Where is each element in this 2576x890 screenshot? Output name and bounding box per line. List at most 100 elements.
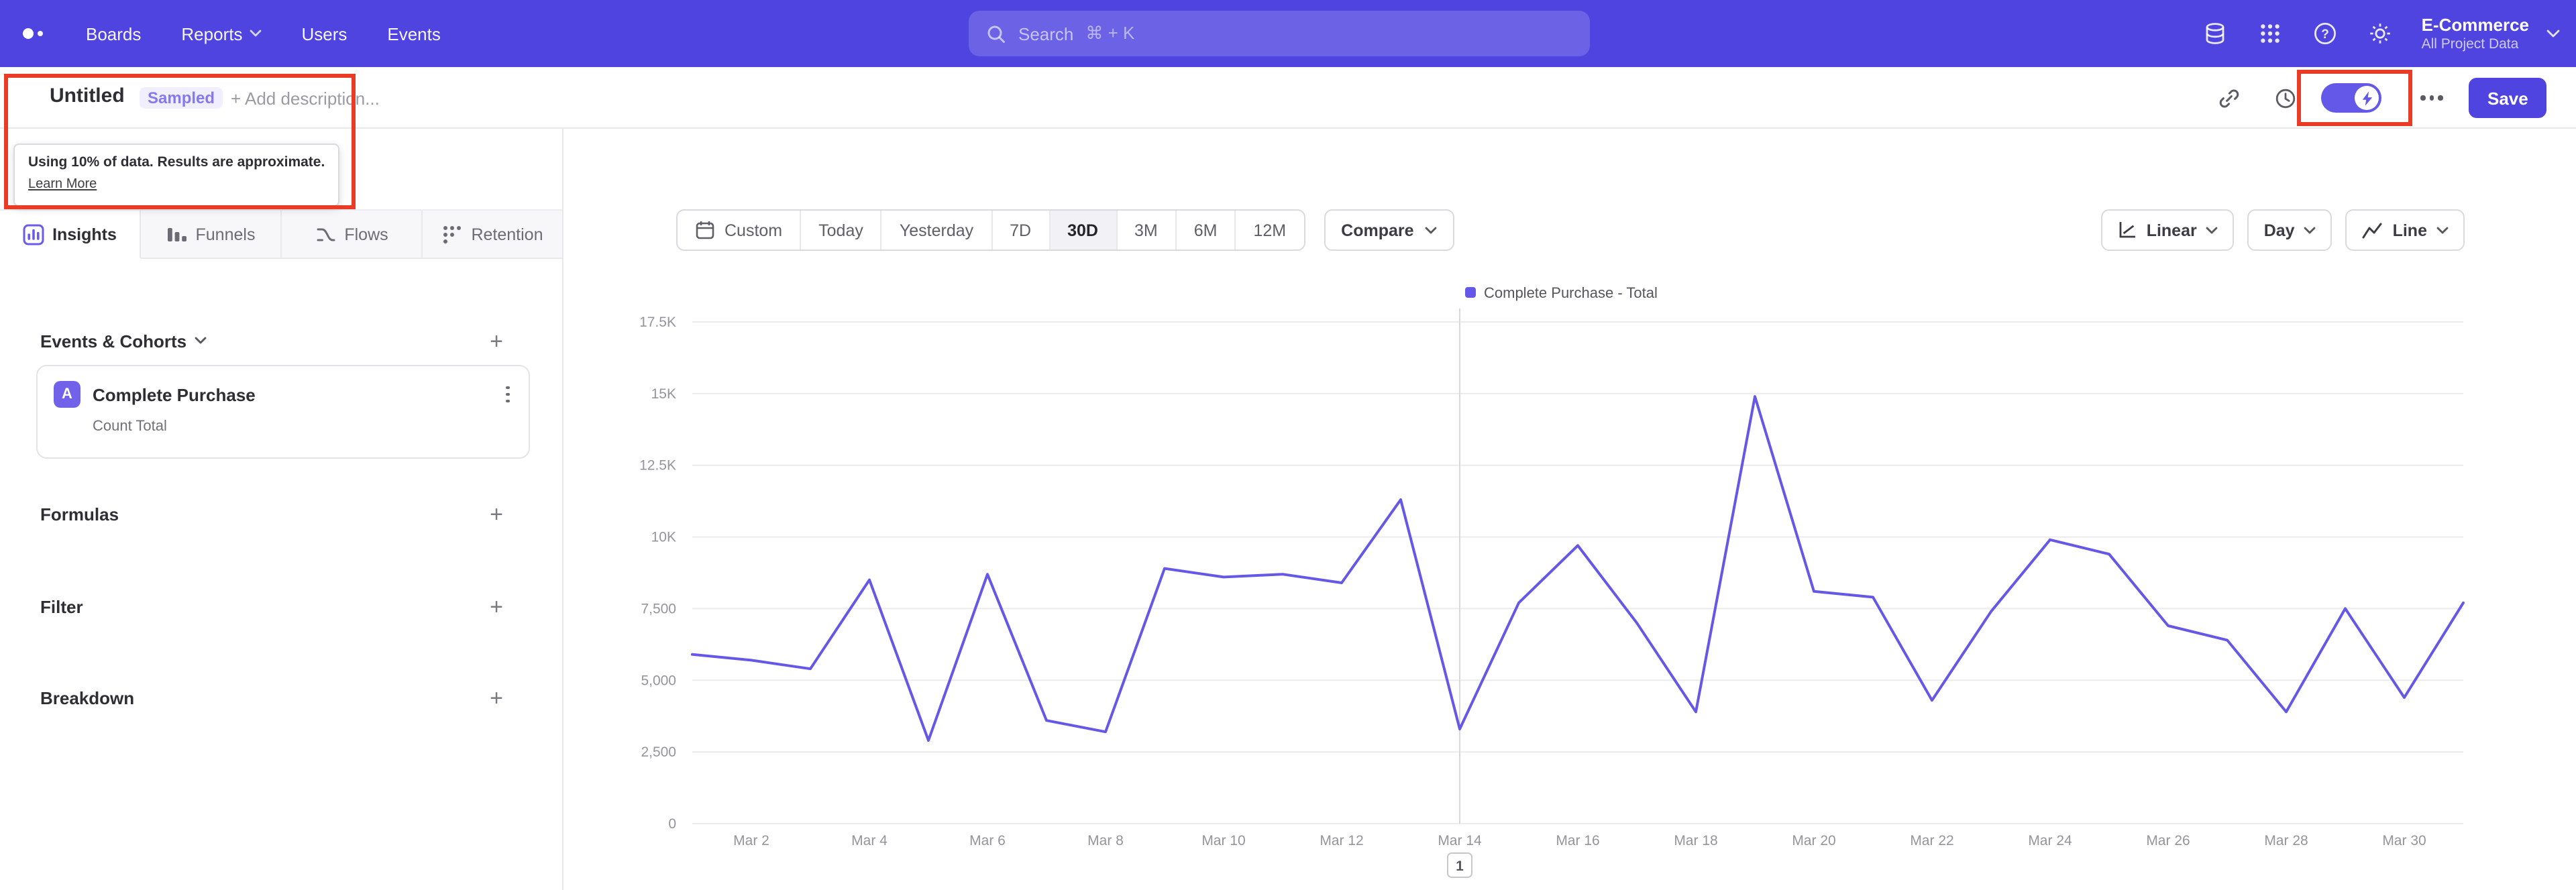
tab-label: Insights bbox=[52, 225, 117, 243]
learn-more-link[interactable]: Learn More bbox=[28, 177, 97, 192]
y-axis-label: 5,000 bbox=[641, 673, 676, 688]
range-7d[interactable]: 7D bbox=[992, 211, 1051, 249]
tab-label: Funnels bbox=[195, 225, 256, 243]
scale-selector[interactable]: Linear bbox=[2100, 209, 2235, 251]
add-formula-button[interactable]: + bbox=[490, 502, 503, 525]
search-shortcut: ⌘ + K bbox=[1085, 23, 1135, 43]
range-custom[interactable]: Custom bbox=[678, 211, 802, 249]
y-axis-label: 2,500 bbox=[641, 744, 676, 760]
tab-insights[interactable]: Insights bbox=[0, 211, 141, 259]
project-switcher[interactable]: E-Commerce All Project Data bbox=[2422, 15, 2529, 52]
x-axis-label: Mar 24 bbox=[2028, 833, 2072, 848]
range-label: Today bbox=[818, 221, 863, 239]
sampling-toggle[interactable] bbox=[2321, 83, 2381, 113]
tab-label: Flows bbox=[344, 225, 388, 243]
x-axis-label: Mar 12 bbox=[1320, 833, 1363, 848]
line-chart-icon bbox=[2363, 222, 2383, 238]
x-axis-label: Mar 18 bbox=[1674, 833, 1717, 848]
history-icon[interactable] bbox=[2273, 86, 2297, 110]
event-options-kebab[interactable] bbox=[504, 383, 513, 406]
chart-panel: Custom Today Yesterday 7D 30D 3M 6M 12M … bbox=[564, 129, 2576, 890]
tab-flows[interactable]: Flows bbox=[282, 211, 423, 259]
interval-selector[interactable]: Day bbox=[2247, 209, 2332, 251]
range-today[interactable]: Today bbox=[801, 211, 882, 249]
sampling-tooltip: Using 10% of data. Results are approxima… bbox=[13, 144, 340, 207]
copy-link-icon[interactable] bbox=[2216, 86, 2241, 110]
range-label: Yesterday bbox=[899, 221, 974, 239]
range-3m[interactable]: 3M bbox=[1117, 211, 1177, 249]
range-label: 12M bbox=[1253, 221, 1287, 239]
x-axis-label: Mar 2 bbox=[733, 833, 769, 848]
chevron-down-icon bbox=[250, 30, 261, 37]
report-type-tabs: Insights Funnels Flows Retention bbox=[0, 209, 562, 259]
event-name: Complete Purchase bbox=[93, 384, 256, 404]
add-filter-button[interactable]: + bbox=[490, 595, 503, 618]
range-6m[interactable]: 6M bbox=[1177, 211, 1236, 249]
x-axis-label: Mar 16 bbox=[1556, 833, 1599, 848]
chart-type-selector[interactable]: Line bbox=[2345, 209, 2465, 251]
data-sources-icon[interactable] bbox=[2202, 20, 2229, 47]
event-metric[interactable]: Count Total bbox=[93, 419, 513, 435]
range-12m[interactable]: 12M bbox=[1236, 211, 1304, 249]
scale-label: Linear bbox=[2146, 221, 2197, 239]
tab-retention[interactable]: Retention bbox=[423, 211, 562, 259]
report-sidebar: Insights Funnels Flows Retention Events … bbox=[0, 129, 564, 890]
mixpanel-logo[interactable] bbox=[23, 28, 43, 39]
range-30d[interactable]: 30D bbox=[1050, 211, 1117, 249]
nav-item-events[interactable]: Events bbox=[387, 23, 441, 44]
events-cohorts-title[interactable]: Events & Cohorts bbox=[40, 331, 207, 351]
nav-item-users[interactable]: Users bbox=[301, 23, 347, 44]
section-label: Events & Cohorts bbox=[40, 331, 187, 351]
add-breakdown-button[interactable]: + bbox=[490, 686, 503, 709]
add-description[interactable]: + Add description... bbox=[231, 89, 380, 109]
calendar-icon bbox=[696, 221, 714, 239]
compare-label: Compare bbox=[1341, 221, 1414, 239]
events-cohorts-header: Events & Cohorts + bbox=[40, 327, 503, 354]
chevron-down-icon bbox=[1425, 226, 1436, 233]
nav-item-label: Boards bbox=[86, 23, 142, 44]
funnels-icon bbox=[167, 227, 186, 241]
event-letter-badge: A bbox=[54, 381, 80, 408]
legend-swatch bbox=[1465, 287, 1476, 298]
chart-controls: Custom Today Yesterday 7D 30D 3M 6M 12M … bbox=[676, 209, 2465, 251]
insights-icon bbox=[23, 223, 44, 245]
y-axis-label: 17.5K bbox=[639, 315, 676, 330]
tab-funnels[interactable]: Funnels bbox=[141, 211, 282, 259]
x-axis-label: Mar 6 bbox=[969, 833, 1006, 848]
search-icon bbox=[987, 25, 1005, 42]
event-card-row: A Complete Purchase bbox=[54, 381, 513, 408]
nav-item-reports[interactable]: Reports bbox=[181, 23, 261, 44]
range-label: 7D bbox=[1010, 221, 1032, 239]
chart-view-controls: Linear Day Line bbox=[2100, 209, 2465, 251]
nav-item-boards[interactable]: Boards bbox=[86, 23, 141, 44]
add-event-button[interactable]: + bbox=[490, 329, 503, 352]
tab-label: Retention bbox=[471, 225, 543, 243]
toggle-knob bbox=[2355, 86, 2379, 110]
chevron-down-icon bbox=[2546, 29, 2560, 37]
search-input[interactable]: Search ⌘ + K bbox=[969, 11, 1590, 56]
linear-axis-icon bbox=[2119, 222, 2135, 238]
y-axis-label: 7,500 bbox=[641, 601, 676, 616]
more-options-button[interactable] bbox=[2420, 95, 2443, 100]
series-line bbox=[691, 395, 2465, 742]
section-label: Formulas bbox=[40, 504, 119, 524]
range-yesterday[interactable]: Yesterday bbox=[882, 211, 993, 249]
y-axis-label: 15K bbox=[651, 386, 676, 402]
settings-gear-icon[interactable] bbox=[2367, 20, 2394, 47]
report-header: Untitled Sampled + Add description... Sa… bbox=[0, 67, 2576, 129]
range-label: 6M bbox=[1193, 221, 1218, 239]
compare-button[interactable]: Compare bbox=[1324, 209, 1454, 251]
sampling-tooltip-text: Using 10% of data. Results are approxima… bbox=[28, 154, 325, 170]
date-range-selector: Custom Today Yesterday 7D 30D 3M 6M 12M bbox=[676, 209, 1305, 251]
event-card[interactable]: A Complete Purchase Count Total bbox=[36, 365, 530, 459]
x-axis-label: Mar 10 bbox=[1201, 833, 1245, 848]
interval-label: Day bbox=[2263, 221, 2295, 239]
report-title[interactable]: Untitled bbox=[50, 85, 125, 107]
y-axis-label: 12.5K bbox=[639, 458, 676, 474]
help-icon[interactable]: ? bbox=[2312, 20, 2339, 47]
lightning-icon bbox=[2361, 91, 2372, 105]
legend-label: Complete Purchase - Total bbox=[1484, 284, 1658, 301]
save-button[interactable]: Save bbox=[2469, 78, 2547, 118]
apps-grid-icon[interactable] bbox=[2257, 20, 2284, 47]
top-navbar: Boards Reports Users Events Search ⌘ + K… bbox=[0, 0, 2576, 67]
